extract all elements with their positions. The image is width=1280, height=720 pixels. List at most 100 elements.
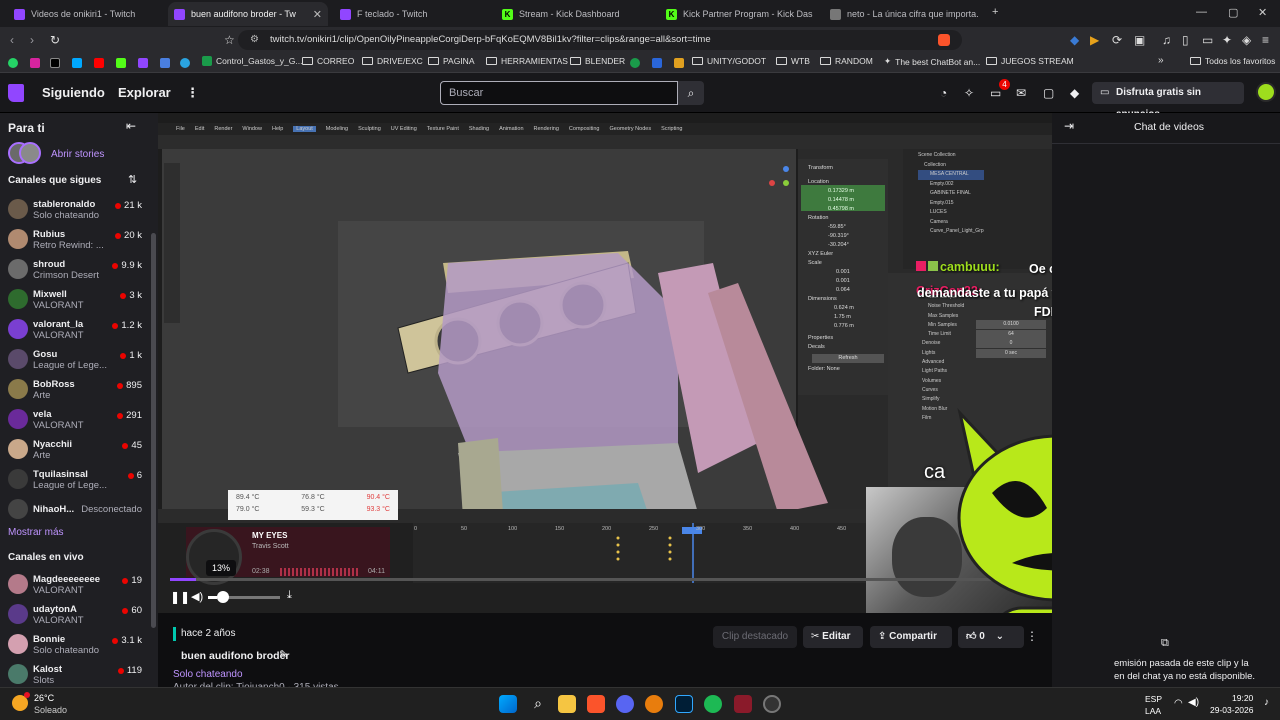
sidebar-channel[interactable]: udaytonA VALORANT 60 [0,601,158,631]
collapse-sidebar-icon[interactable]: ⇤ [126,119,136,133]
search-input[interactable]: Buscar [440,81,678,105]
open-stories-link[interactable]: Abrir stories [51,149,104,160]
search-taskbar-icon[interactable]: ⌕ [529,695,547,713]
close-tab-icon[interactable]: ✕ [313,8,322,21]
back-icon[interactable]: ‹ [10,33,14,47]
sidebar-channel[interactable]: Magdeeeeeeee VALORANT 19 [0,571,158,601]
user-avatar[interactable] [1256,82,1276,102]
crown-icon[interactable]: ✧ [964,86,974,100]
more-bookmarks-icon[interactable]: » [1158,55,1164,66]
more-options-icon[interactable]: ⋮ [1026,629,1038,643]
sidebar-channel[interactable]: shroud Crimson Desert 9.9 k [0,256,158,286]
search-icon[interactable]: ⌕ [678,81,704,105]
browser-tab[interactable]: Videos de onikiri1 - Twitch [8,2,166,26]
whatsapp-icon[interactable] [8,58,18,68]
media-icon[interactable]: ♫ [1162,33,1171,47]
forward-icon[interactable]: › [30,33,34,47]
clip-category-link[interactable]: Solo chateando [173,669,243,680]
browser-tab[interactable]: K Kick Partner Program - Kick Dashboard [660,2,822,26]
x-icon[interactable] [50,58,60,68]
sort-icon[interactable]: ⇅ [128,173,137,186]
spotify-icon[interactable] [704,695,722,713]
language-indicator[interactable]: ESP [1145,694,1162,704]
sidebar-scrollbar[interactable] [151,233,156,628]
blender-icon[interactable] [645,695,663,713]
bookmark-item[interactable]: Control_Gastos_y_G... [202,56,302,66]
url-input[interactable]: ⚙ twitch.tv/onikiri1/clip/OpenOilyPineap… [238,30,962,50]
photoshop-icon[interactable] [675,695,693,713]
browser-tab[interactable]: neto - La única cifra que importa. [824,2,986,26]
start-icon[interactable] [499,695,517,713]
clock-date[interactable]: 29-03-2026 [1210,705,1253,715]
show-more-link[interactable]: Mostrar más [8,527,64,538]
browser-tab[interactable]: F teclado - Twitch [334,2,494,26]
edit-title-icon[interactable]: ✎ [279,648,288,661]
close-window-icon[interactable]: ✕ [1258,6,1267,19]
browser-tab-active[interactable]: buen audifono broder - Twitch ✕ [168,2,328,26]
following-link[interactable]: Siguiendo [42,85,105,100]
bookmark-folder[interactable]: CORREO [302,56,354,66]
sidebar-channel[interactable]: valorant_la VALORANT 1.2 k [0,316,158,346]
download-icon[interactable]: ⤓ [287,589,292,602]
sidebar-channel[interactable]: vela VALORANT 291 [0,406,158,436]
bookmark-folder[interactable]: Todos los favoritos [1190,56,1275,66]
bookmark-folder[interactable]: UNITY/GODOT [692,56,766,66]
bookmark-icon[interactable]: ☆ [224,33,235,47]
twitch-logo-icon[interactable] [8,84,24,102]
sidebar-channel[interactable]: BobRoss Arte 895 [0,376,158,406]
sidebar-channel[interactable]: Bonnie Solo chateando 3.1 k [0,631,158,661]
bookmark-site-icon[interactable] [160,58,170,68]
app-icon[interactable] [734,695,752,713]
featured-clip-button[interactable]: Clip destacado [713,626,797,648]
sidebar-channel[interactable]: Mixwell VALORANT 3 k [0,286,158,316]
clock-time[interactable]: 19:20 [1232,693,1253,703]
sidebar-channel[interactable]: stableronaldo Solo chateando 21 k [0,196,158,226]
mail-icon[interactable]: ✉ [1016,86,1026,100]
activity-icon[interactable]: ◔ [940,86,947,100]
browse-link[interactable]: Explorar [118,85,171,100]
player-progress-bar[interactable] [170,578,1040,581]
youtube-icon[interactable] [94,58,104,68]
new-tab-icon[interactable]: + [992,6,998,18]
obs-icon[interactable] [763,695,781,713]
sidebar-channel[interactable]: Gosu League of Lege... 1 k [0,346,158,376]
pause-icon[interactable]: ❚❚ [170,590,190,604]
more-menu-icon[interactable]: ⋮ [186,85,199,101]
file-explorer-icon[interactable] [558,695,576,713]
instagram-icon[interactable] [30,58,40,68]
brave-icon[interactable] [587,695,605,713]
bookmark-site-icon[interactable] [72,58,82,68]
reload-icon[interactable]: ↻ [50,33,60,47]
speaker-icon[interactable]: ◀) [1188,697,1199,708]
vpn-icon[interactable]: ◈ [1242,33,1251,47]
bookmark-site-icon[interactable] [674,58,684,68]
video-player[interactable]: File Edit Render Window Help Layout Modeling Sc… [158,113,1052,613]
sidebar-channel[interactable]: Nyacchii Arte 45 [0,436,158,466]
bookmark-folder[interactable]: HERRAMIENTAS [486,56,568,66]
leo-icon[interactable]: ✦ [1222,33,1232,47]
telegram-icon[interactable] [180,58,190,68]
turbo-button[interactable]: ▭ Disfruta gratis sin anuncios [1092,82,1244,120]
like-button[interactable]: 👍︎ 0 ⌄ [958,626,1024,648]
bookmark-folder[interactable]: PAGINA [428,56,475,66]
bookmark-folder[interactable]: WTB [776,56,810,66]
extension-icon[interactable]: ◆ [1070,33,1079,47]
maximize-icon[interactable]: ▢ [1228,6,1238,19]
bits-icon[interactable]: ◆ [1070,86,1079,100]
wifi-icon[interactable]: ◠ [1174,698,1183,709]
whispers-icon[interactable]: ▢ [1043,86,1054,100]
extension-icon[interactable]: ⟳ [1112,33,1122,47]
bookmark-folder[interactable]: BLENDER [570,56,625,66]
notification-bell-icon[interactable]: ♪ [1264,697,1269,708]
bookmark-site-icon[interactable] [630,58,640,68]
volume-icon[interactable]: ◀) [191,590,203,603]
site-info-icon[interactable]: ⚙ [250,30,259,50]
menu-icon[interactable]: ≡ [1262,33,1269,47]
minimize-icon[interactable]: — [1196,6,1207,18]
sidebar-channel[interactable]: Tquilasinsal League of Lege... 6 [0,466,158,496]
sidebar-channel[interactable]: Rubius Retro Rewind: ... 20 k [0,226,158,256]
share-button[interactable]: ⇪ Compartir [870,626,952,648]
kick-icon[interactable] [116,58,126,68]
sidebar-channel[interactable]: Kalost Slots 119 [0,661,158,687]
brave-shield-icon[interactable] [938,34,950,46]
